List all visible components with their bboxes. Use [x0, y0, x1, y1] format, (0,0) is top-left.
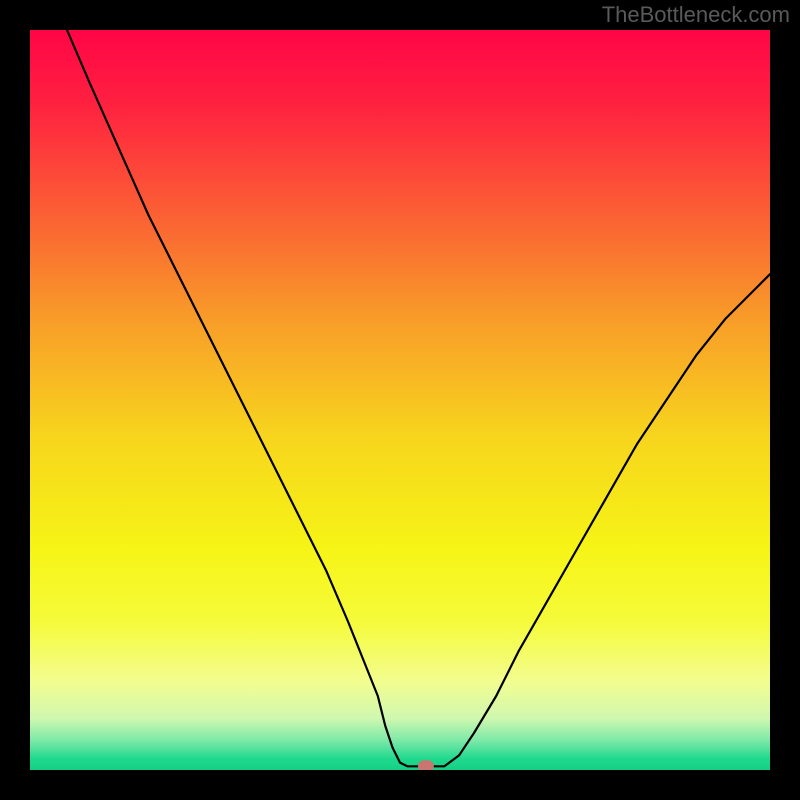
marker-group — [418, 760, 434, 770]
watermark-text: TheBottleneck.com — [602, 2, 790, 28]
plot-area — [30, 30, 770, 770]
gradient-background — [30, 30, 770, 770]
min-point-marker — [418, 760, 434, 770]
chart-svg — [30, 30, 770, 770]
chart-container: TheBottleneck.com — [0, 0, 800, 800]
